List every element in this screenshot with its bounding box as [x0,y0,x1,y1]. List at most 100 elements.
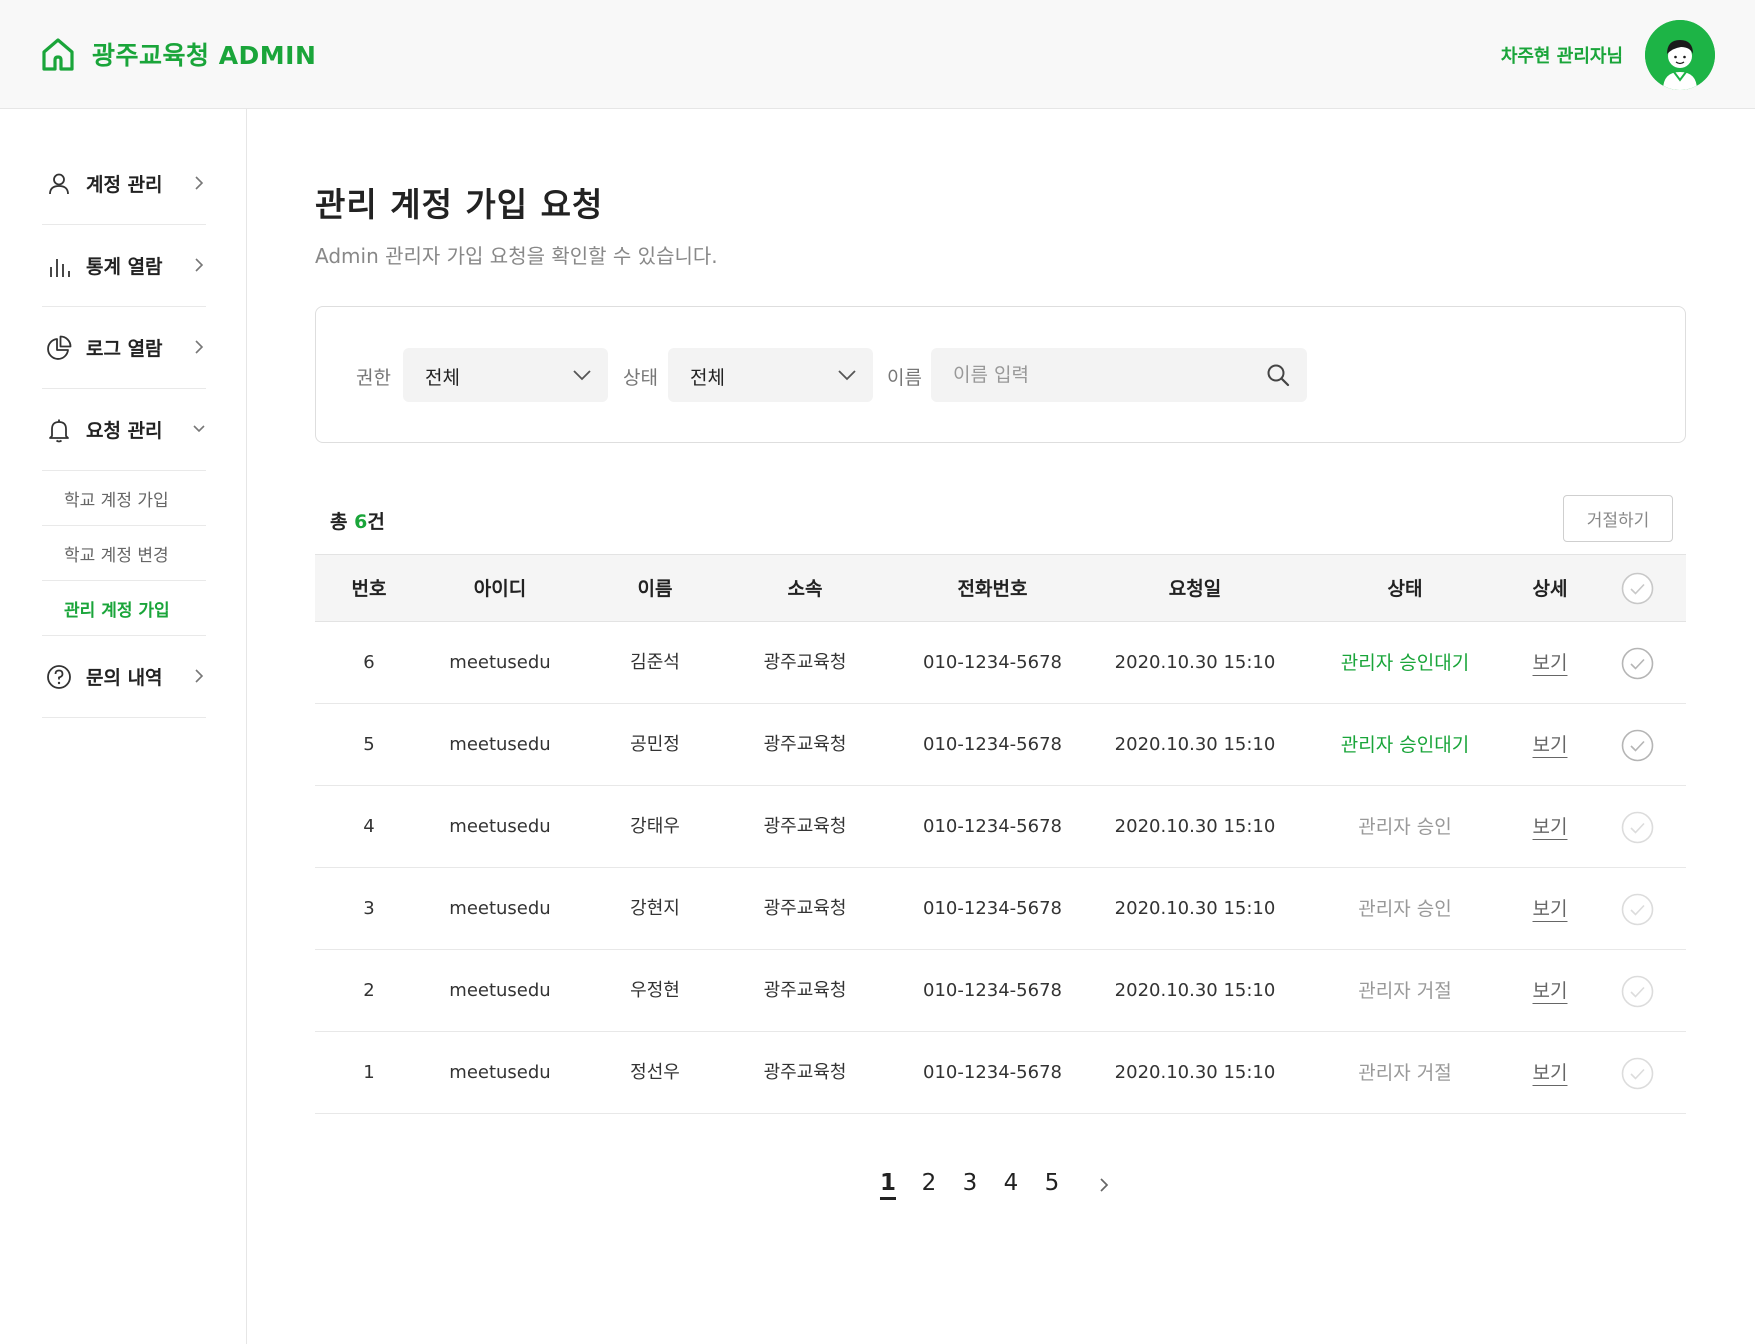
row-checkbox[interactable] [1621,975,1654,1008]
sidebar-subitem-school-change[interactable]: 학교 계정 변경 [42,526,206,581]
sidebar-subitem-school-signup[interactable]: 학교 계정 가입 [42,471,206,526]
page-3[interactable]: 3 [955,1170,985,1196]
check-circle-icon [1621,811,1654,844]
cell-name: 김준석 [630,652,680,673]
col-header-id: 아이디 [473,578,527,600]
chevron-down-icon [838,370,856,381]
check-circle-icon [1621,1057,1654,1090]
sidebar-item-requests[interactable]: 요청 관리 [42,389,206,471]
sidebar-item-logs[interactable]: 로그 열람 [42,307,206,389]
cell-status: 관리자 승인대기 [1340,652,1470,674]
search-icon[interactable] [1265,362,1291,388]
row-checkbox[interactable] [1621,893,1654,926]
pie-chart-icon [46,335,72,361]
view-detail-link[interactable]: 보기 [1533,980,1568,1002]
table-row: 2 meetusedu 우정현 광주교육청 010-1234-5678 2020.10.3… [315,950,1686,1032]
chevron-right-icon [195,669,204,683]
cell-detail: 보기 [1510,1032,1590,1114]
chevron-down-icon [573,370,591,381]
pagination: 1 2 3 4 5 [0,1170,1755,1210]
sidebar: 계정 관리 통계 열람 로그 열람 요청 관리 학교 계정 가입 학교 계정 변… [0,109,247,1344]
row-checkbox[interactable] [1621,729,1654,762]
name-search-input[interactable] [931,348,1251,402]
logo-text: 광주교육청 ADMIN [92,41,317,70]
view-detail-link[interactable]: 보기 [1533,652,1568,674]
cell-org: 광주교육청 [763,1062,847,1083]
sidebar-item-statistics[interactable]: 통계 열람 [42,225,206,307]
chevron-down-icon [193,425,205,433]
table-row: 3 meetusedu 강현지 광주교육청 010-1234-5678 2020.10.3… [315,868,1686,950]
check-circle-icon [1621,893,1654,926]
user-menu[interactable]: 차주현 관리자님 [1501,20,1715,90]
chevron-right-icon [195,340,204,354]
check-circle-icon [1621,572,1654,605]
reject-button[interactable]: 거절하기 [1563,495,1673,542]
logo[interactable]: 광주교육청 ADMIN [40,36,316,72]
sidebar-item-label: 계정 관리 [86,174,163,196]
sidebar-item-label: 요청 관리 [86,420,163,442]
chevron-right-icon [195,258,204,272]
col-header-status: 상태 [1387,578,1423,600]
cell-org: 광주교육청 [763,980,847,1001]
cell-org: 광주교육청 [763,816,847,837]
page-4[interactable]: 4 [996,1170,1026,1196]
cell-no: 2 [363,980,375,1001]
cell-phone: 010-1234-5678 [923,898,1062,919]
cell-detail: 보기 [1510,622,1590,704]
total-prefix: 총 [330,511,355,533]
sidebar-item-label: 로그 열람 [86,338,163,360]
sidebar-subitem-admin-signup[interactable]: 관리 계정 가입 [42,581,206,636]
check-circle-icon [1621,729,1654,762]
cell-phone: 010-1234-5678 [923,652,1062,673]
cell-detail: 보기 [1510,950,1590,1032]
status-select[interactable]: 전체 [668,348,873,402]
row-checkbox[interactable] [1621,811,1654,844]
cell-id: meetusedu [449,734,551,755]
home-icon [42,38,74,71]
cell-id: meetusedu [449,1062,551,1083]
col-header-phone: 전화번호 [957,578,1028,600]
sidebar-item-inquiries[interactable]: 문의 내역 [42,636,206,718]
table-header: 번호 아이디 이름 소속 전화번호 요청일 상태 상세 [315,554,1686,622]
bar-chart-icon [46,253,72,279]
cell-status: 관리자 거절 [1358,1062,1452,1084]
view-detail-link[interactable]: 보기 [1533,734,1568,756]
page-1[interactable]: 1 [873,1170,903,1196]
role-select[interactable]: 전체 [403,348,608,402]
cell-status: 관리자 승인대기 [1340,734,1470,756]
sidebar-item-label: 통계 열람 [86,256,163,278]
table-row: 6 meetusedu 김준석 광주교육청 010-1234-5678 2020.10.3… [315,622,1686,704]
status-filter-label: 상태 [623,367,658,389]
cell-status: 관리자 승인 [1358,898,1452,920]
top-header: 광주교육청 ADMIN 차주현 관리자님 [0,0,1755,109]
page-2[interactable]: 2 [914,1170,944,1196]
filter-panel: 권한 전체 상태 전체 이름 [315,306,1686,443]
view-detail-link[interactable]: 보기 [1533,1062,1568,1084]
row-checkbox[interactable] [1621,647,1654,680]
avatar[interactable] [1645,20,1715,90]
question-icon [46,664,72,690]
role-filter-label: 권한 [356,367,391,389]
col-header-detail: 상세 [1532,578,1568,600]
page-5[interactable]: 5 [1037,1170,1067,1196]
total-count: 총 6건 [330,507,385,534]
cell-date: 2020.10.30 15:10 [1114,898,1276,919]
cell-date: 2020.10.30 15:10 [1114,1062,1276,1083]
status-select-value: 전체 [690,367,725,389]
col-header-org: 소속 [787,578,823,600]
view-detail-link[interactable]: 보기 [1533,898,1568,920]
cell-no: 1 [363,1062,375,1083]
sidebar-item-account[interactable]: 계정 관리 [42,143,206,225]
row-checkbox[interactable] [1621,1057,1654,1090]
select-all-checkbox[interactable] [1621,572,1654,605]
cell-date: 2020.10.30 15:10 [1114,734,1276,755]
cell-phone: 010-1234-5678 [923,980,1062,1001]
view-detail-link[interactable]: 보기 [1533,816,1568,838]
role-select-value: 전체 [425,367,460,389]
chevron-right-icon[interactable] [1096,1174,1112,1196]
check-circle-icon [1621,647,1654,680]
cell-name: 강태우 [630,816,680,837]
cell-name: 우정현 [630,980,680,1001]
col-header-date: 요청일 [1168,578,1222,600]
cell-phone: 010-1234-5678 [923,1062,1062,1083]
